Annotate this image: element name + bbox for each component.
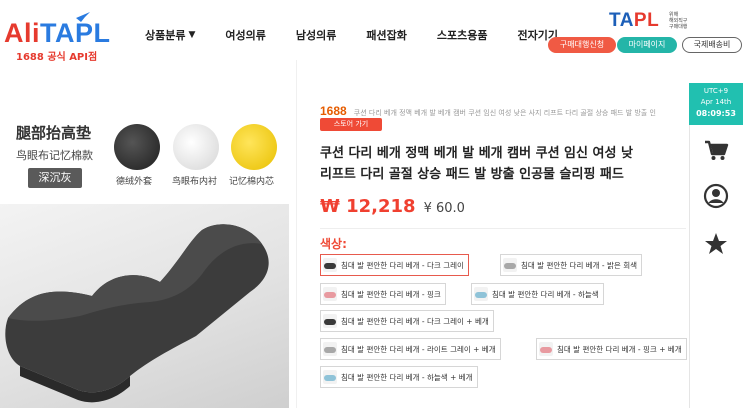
option-thumbnail [323, 314, 337, 328]
color-option[interactable]: 침대 발 편안한 다리 베개 - 다크 그레이 [320, 254, 469, 276]
nav-men[interactable]: 남성의류 [296, 27, 336, 43]
swatch-birdseye [173, 124, 219, 170]
color-option[interactable]: 침대 발 편안한 다리 베개 - 하늘색 + 베개 [320, 366, 478, 388]
color-option[interactable]: 침대 발 편안한 다리 베개 - 다크 그레이 + 베개 [320, 310, 494, 332]
option-thumbnail [323, 287, 337, 301]
intl-shipping-button[interactable]: 국제배송비 [682, 37, 742, 53]
clock-widget: UTC+9 Apr 14th 08:09:53 [689, 83, 743, 125]
go-to-store-button[interactable]: 스토어 가기 [320, 118, 382, 131]
price-cny: ¥ 60.0 [423, 201, 465, 216]
color-option[interactable]: 침대 발 편안한 다리 베개 - 핑크 + 베개 [536, 338, 687, 360]
swatch-memory-foam [231, 124, 277, 170]
star-icon[interactable] [703, 231, 729, 257]
option-thumbnail [323, 342, 337, 356]
caret-down-icon: ▼ [188, 30, 196, 40]
color-option[interactable]: 침대 발 편안한 다리 베개 - 하늘색 [471, 283, 604, 305]
price-row: ₩ 12,218 ¥ 60.0 [320, 196, 465, 217]
swatch-velvet [114, 124, 160, 170]
image-caption-subtitle: 鸟眼布记忆棉款 [16, 149, 93, 162]
logo-subtitle: 1688 공식 API점 [16, 52, 98, 63]
mypage-button[interactable]: 마이페이지 [617, 37, 677, 53]
nav-fashion-goods[interactable]: 패션잡화 [366, 27, 406, 43]
purchase-agency-button[interactable]: 구매대행신청 [548, 37, 616, 53]
color-option[interactable]: 침대 발 편안한 다리 베개 - 밝은 회색 [500, 254, 642, 276]
color-label: 색상: [320, 237, 347, 251]
color-option[interactable]: 침대 발 편안한 다리 베개 - 라이트 그레이 + 베개 [320, 338, 501, 360]
alitapl-logo[interactable]: AliTAPL 1688 공식 API점 [4, 12, 114, 64]
product-image[interactable]: 腿部抬高垫 鸟眼布记忆棉款 深沉灰 德绒外套 鸟眼布内衬 记忆棉内芯 [0, 104, 289, 408]
option-thumbnail [474, 287, 488, 301]
source-row: 1688 쿠션 다리 베개 정맥 베개 발 베개 캠버 쿠션 임신 여성 낮은 … [320, 100, 688, 119]
cart-icon[interactable] [703, 137, 729, 163]
user-icon[interactable] [703, 183, 729, 209]
tapl-logo[interactable]: TAPL 위해 해외직구 구매대행 [609, 8, 699, 34]
option-thumbnail [539, 342, 553, 356]
source-badge: 1688 [320, 104, 347, 118]
nav-sports[interactable]: 스포츠용품 [437, 27, 488, 43]
logo-wordmark: AliTAPL [4, 18, 111, 48]
side-toolbar [689, 125, 743, 408]
leg-pillow-illustration [5, 224, 269, 403]
tapl-logo-caption: 위해 해외직구 구매대행 [669, 12, 688, 30]
color-option[interactable]: 침대 발 편안한 다리 베개 - 핑크 [320, 283, 446, 305]
nav-category[interactable]: 상품분류 ▼ [145, 27, 195, 43]
image-caption-title: 腿部抬高垫 [16, 124, 92, 142]
nav-women[interactable]: 여성의류 [225, 27, 265, 43]
price-krw: ₩ 12,218 [320, 196, 416, 217]
option-thumbnail [323, 258, 337, 272]
option-thumbnail [323, 370, 337, 384]
product-page: AliTAPL 1688 공식 API점 상품분류 ▼ 여성의류 남성의류 패션잡… [0, 0, 743, 408]
option-thumbnail [503, 258, 517, 272]
source-title: 쿠션 다리 베개 정맥 베개 발 베개 캠버 쿠션 임신 여성 낮은 사지 리프… [353, 109, 656, 117]
image-color-tag: 深沉灰 [28, 168, 82, 188]
main-nav: 상품분류 ▼ 여성의류 남성의류 패션잡화 스포츠용품 전자기기 [145, 27, 588, 43]
product-title: 쿠션 다리 베개 정맥 베개 발 베개 캠버 쿠션 임신 여성 낮 리프트 다리… [320, 146, 633, 182]
